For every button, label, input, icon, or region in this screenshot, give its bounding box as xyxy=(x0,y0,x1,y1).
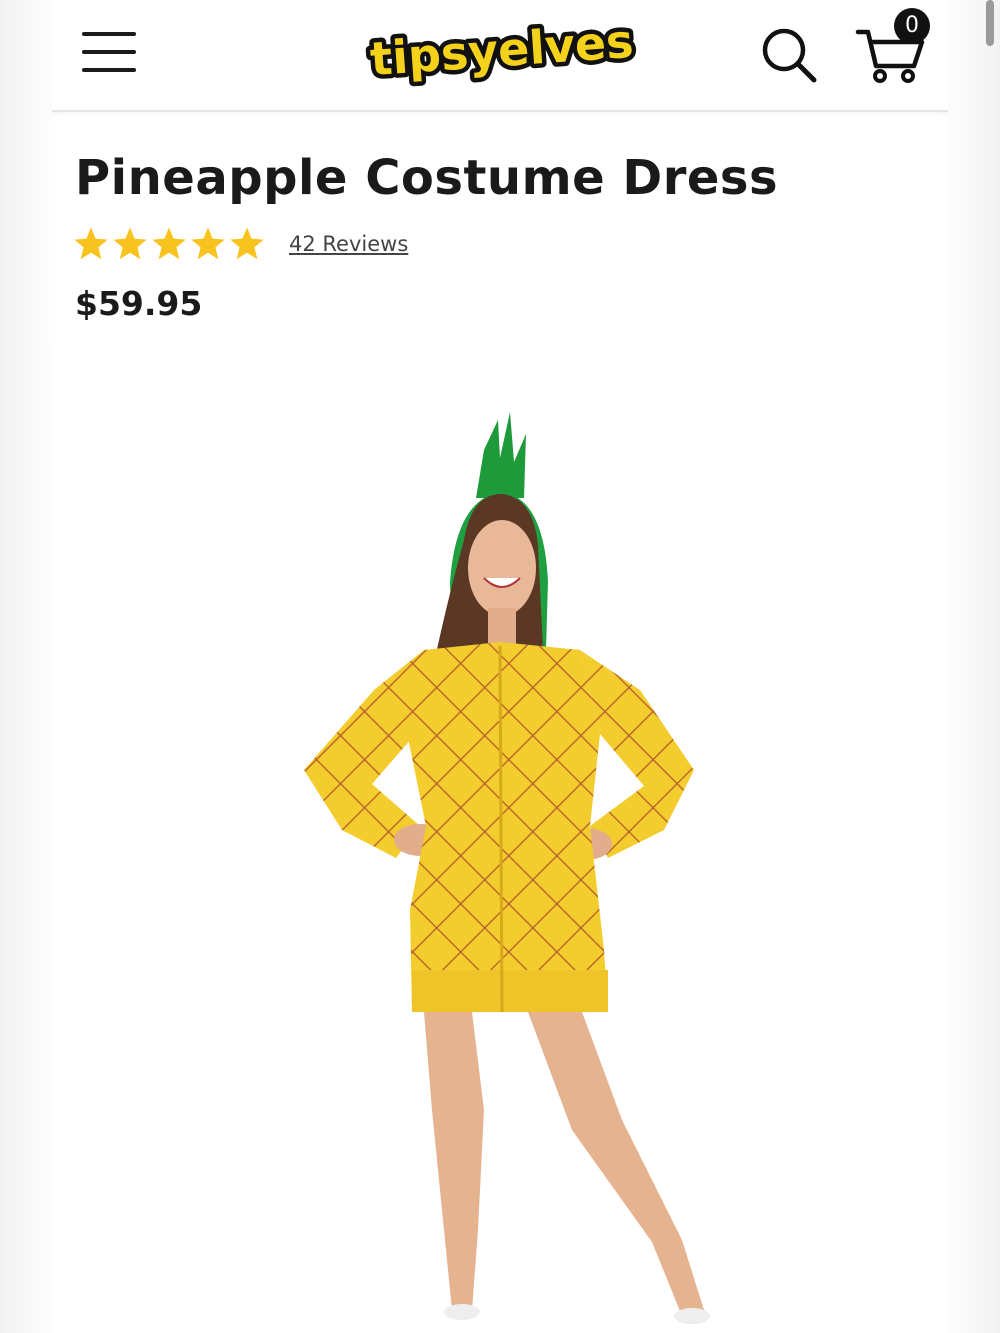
search-icon[interactable] xyxy=(758,24,818,84)
product-price: $59.95 xyxy=(75,284,203,323)
menu-line-icon xyxy=(82,50,136,54)
menu-line-icon xyxy=(82,32,136,36)
tipsyelves-logo[interactable]: tipsyelves tipsyelves xyxy=(356,8,648,98)
page: tipsyelves tipsyelves 0 Pineapple Costum… xyxy=(0,0,1000,1333)
scroll-indicator xyxy=(986,0,994,46)
star-icon xyxy=(113,227,147,260)
menu-line-icon xyxy=(82,68,136,72)
product-title: Pineapple Costume Dress xyxy=(75,150,779,206)
hamburger-menu-button[interactable] xyxy=(82,28,138,76)
cart-count-badge: 0 xyxy=(894,8,930,44)
star-icon xyxy=(230,227,264,260)
site-header: tipsyelves tipsyelves 0 xyxy=(52,0,994,112)
star-icon xyxy=(74,227,108,260)
star-icon xyxy=(152,227,186,260)
reviews-link[interactable]: 42 Reviews xyxy=(289,232,408,256)
rating-row: 42 Reviews xyxy=(72,224,408,264)
star-icon xyxy=(191,227,225,260)
product-image[interactable] xyxy=(52,350,948,1333)
